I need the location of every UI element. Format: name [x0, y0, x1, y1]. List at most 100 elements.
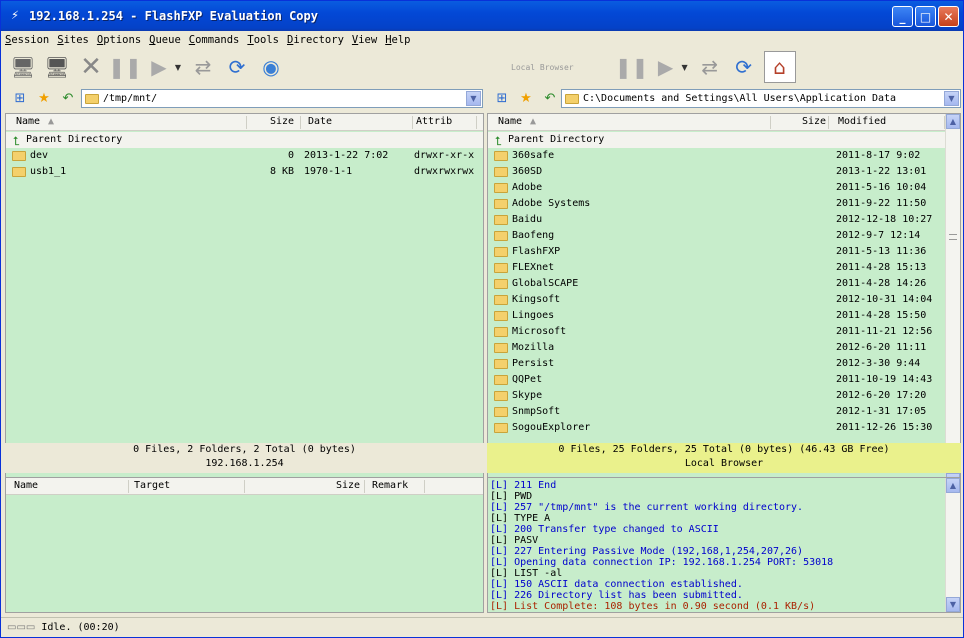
abort-icon[interactable]: ✕ [77, 52, 105, 82]
col-modified[interactable]: Modified [838, 116, 886, 127]
queue-column-headers: Name Target Size Remark [6, 478, 483, 495]
col-date[interactable]: Date [308, 116, 332, 127]
scroll-up-icon[interactable]: ▲ [946, 114, 960, 129]
table-row[interactable]: usb1_1 8 KB 1970-1-1 drwxrwxrwx [6, 164, 483, 180]
menu-directory[interactable]: Directory [287, 34, 344, 46]
remote-path-combo[interactable]: /tmp/mnt/ ▼ [81, 89, 483, 108]
menu-session[interactable]: Session [5, 34, 49, 46]
remote-status-summary: 0 Files, 2 Folders, 2 Total (0 bytes) [133, 444, 356, 455]
local-status-summary: 0 Files, 25 Folders, 25 Total (0 bytes) … [558, 444, 890, 455]
table-row[interactable]: Mozilla 2012-6-20 11:11 [488, 340, 960, 356]
transfer-icon[interactable]: ▶ [145, 53, 173, 81]
log-line: [L] List Complete: 108 bytes in 0.90 sec… [490, 601, 816, 612]
table-row[interactable]: dev 0 2013-1-22 7:02 drwxr-xr-x [6, 148, 483, 164]
log-vertical-scrollbar[interactable]: ▲ ▼ [945, 478, 960, 612]
log-line: [L] LIST -al [490, 568, 563, 579]
refresh-icon[interactable]: ⟳ [730, 53, 758, 81]
refresh-icon[interactable]: ⟳ [223, 53, 251, 81]
sync-icon[interactable]: ⇄ [696, 53, 724, 81]
pause-icon[interactable]: ❚❚ [108, 53, 142, 81]
table-row[interactable]: FlashFXP 2011-5-13 11:36 [488, 244, 960, 260]
scroll-up-icon[interactable]: ▲ [946, 478, 960, 493]
transfer-dropdown-icon[interactable]: ▼ [680, 53, 690, 81]
folder-icon [494, 375, 508, 385]
go-up-icon[interactable]: ↶ [59, 89, 77, 107]
table-row[interactable]: Baofeng 2012-9-7 12:14 [488, 228, 960, 244]
col-queue-remark[interactable]: Remark [372, 480, 408, 491]
site-manager-icon[interactable]: ⊞ [493, 89, 511, 107]
col-name[interactable]: Name [498, 116, 522, 127]
close-button[interactable]: ✕ [938, 6, 959, 27]
site-manager-icon[interactable]: ⊞ [11, 89, 29, 107]
go-up-icon[interactable]: ↶ [541, 89, 559, 107]
table-row[interactable]: QQPet 2011-10-19 14:43 [488, 372, 960, 388]
log-line: [L] 257 "/tmp/mnt" is the current workin… [490, 502, 804, 513]
log-line: [L] 226 Directory list has been submitte… [490, 590, 743, 601]
home-icon[interactable]: ⌂ [763, 51, 796, 83]
sync-icon[interactable]: ⇄ [189, 53, 217, 81]
table-row[interactable]: Baidu 2012-12-18 10:27 [488, 212, 960, 228]
parent-up-icon: ⮤ [495, 134, 503, 148]
scroll-down-icon[interactable]: ▼ [946, 597, 960, 612]
folder-icon [494, 279, 508, 289]
minimize-button[interactable]: _ [892, 6, 913, 27]
title-bar[interactable]: ⚡ 192.168.1.254 - FlashFXP Evaluation Co… [1, 1, 963, 31]
remote-path: /tmp/mnt/ [103, 93, 158, 104]
local-pane: Local Browser ❚❚ ▶ ▼ ⇄ ⟳ ⌂ ⊞ ★ ↶ C:\Docu… [487, 49, 961, 489]
table-row[interactable]: Adobe 2011-5-16 10:04 [488, 180, 960, 196]
parent-directory-row[interactable]: ⮤ Parent Directory [6, 132, 483, 148]
menu-tools[interactable]: Tools [247, 34, 279, 46]
table-row[interactable]: FLEXnet 2011-4-28 15:13 [488, 260, 960, 276]
favorites-star-icon[interactable]: ★ [35, 89, 53, 107]
table-row[interactable]: Persist 2012-3-30 9:44 [488, 356, 960, 372]
col-size[interactable]: Size [270, 116, 294, 127]
queue-list[interactable]: Name Target Size Remark [5, 477, 484, 613]
menu-commands[interactable]: Commands [189, 34, 240, 46]
table-row[interactable]: SogouExplorer 2011-12-26 15:30 [488, 420, 960, 436]
local-vertical-scrollbar[interactable]: ▲ ▼ [945, 114, 960, 488]
remote-file-list[interactable]: Name ▲ Size Date Attrib ⮤ Parent Directo… [5, 113, 484, 489]
local-file-list[interactable]: Name ▲ Size Modified ⮤ Parent Directory … [487, 113, 961, 489]
col-queue-target[interactable]: Target [134, 480, 170, 491]
menu-view[interactable]: View [352, 34, 377, 46]
globe-icon[interactable]: ◉ [257, 53, 285, 81]
remote-status: 0 Files, 2 Folders, 2 Total (0 bytes) 19… [5, 443, 484, 473]
col-name[interactable]: Name [16, 116, 40, 127]
table-row[interactable]: GlobalSCAPE 2011-4-28 14:26 [488, 276, 960, 292]
log-line: [L] 211 End [490, 480, 557, 491]
path-dropdown-icon[interactable]: ▼ [466, 91, 481, 106]
session-log[interactable]: [L] 211 End [L] PWD [L] 257 "/tmp/mnt" is … [487, 477, 961, 613]
col-attrib[interactable]: Attrib [416, 116, 452, 127]
menu-bar: Session Sites Options Queue Commands Too… [1, 31, 963, 49]
pause-icon[interactable]: ❚❚ [615, 53, 649, 81]
table-row[interactable]: Adobe Systems 2011-9-22 11:50 [488, 196, 960, 212]
disconnect-icon[interactable]: 🖥 [43, 53, 71, 81]
menu-sites[interactable]: Sites [57, 34, 89, 46]
table-row[interactable]: Kingsoft 2012-10-31 14:04 [488, 292, 960, 308]
col-queue-name[interactable]: Name [14, 480, 38, 491]
table-row[interactable]: Lingoes 2011-4-28 15:50 [488, 308, 960, 324]
maximize-button[interactable]: □ [915, 6, 936, 27]
path-dropdown-icon[interactable]: ▼ [944, 91, 959, 106]
scroll-thumb-grip[interactable] [949, 234, 957, 240]
menu-options[interactable]: Options [97, 34, 141, 46]
favorites-star-icon[interactable]: ★ [517, 89, 535, 107]
local-address-bar: ⊞ ★ ↶ C:\Documents and Settings\All User… [487, 85, 961, 111]
table-row[interactable]: Skype 2012-6-20 17:20 [488, 388, 960, 404]
connect-icon[interactable]: 🖥 [9, 53, 37, 81]
table-row[interactable]: SnmpSoft 2012-1-31 17:05 [488, 404, 960, 420]
local-path-combo[interactable]: C:\Documents and Settings\All Users\Appl… [561, 89, 961, 108]
transfer-dropdown-icon[interactable]: ▼ [173, 53, 183, 81]
table-row[interactable]: 360safe 2011-8-17 9:02 [488, 148, 960, 164]
menu-queue[interactable]: Queue [149, 34, 181, 46]
table-row[interactable]: Microsoft 2011-11-21 12:56 [488, 324, 960, 340]
parent-directory-row[interactable]: ⮤ Parent Directory [488, 132, 960, 148]
col-size[interactable]: Size [802, 116, 826, 127]
local-status: 0 Files, 25 Folders, 25 Total (0 bytes) … [487, 443, 961, 473]
menu-help[interactable]: Help [385, 34, 410, 46]
table-row[interactable]: 360SD 2013-1-22 13:01 [488, 164, 960, 180]
col-queue-size[interactable]: Size [336, 480, 360, 491]
transfer-icon[interactable]: ▶ [652, 53, 680, 81]
app-window: ⚡ 192.168.1.254 - FlashFXP Evaluation Co… [0, 0, 964, 638]
remote-column-headers: Name ▲ Size Date Attrib [6, 114, 483, 131]
